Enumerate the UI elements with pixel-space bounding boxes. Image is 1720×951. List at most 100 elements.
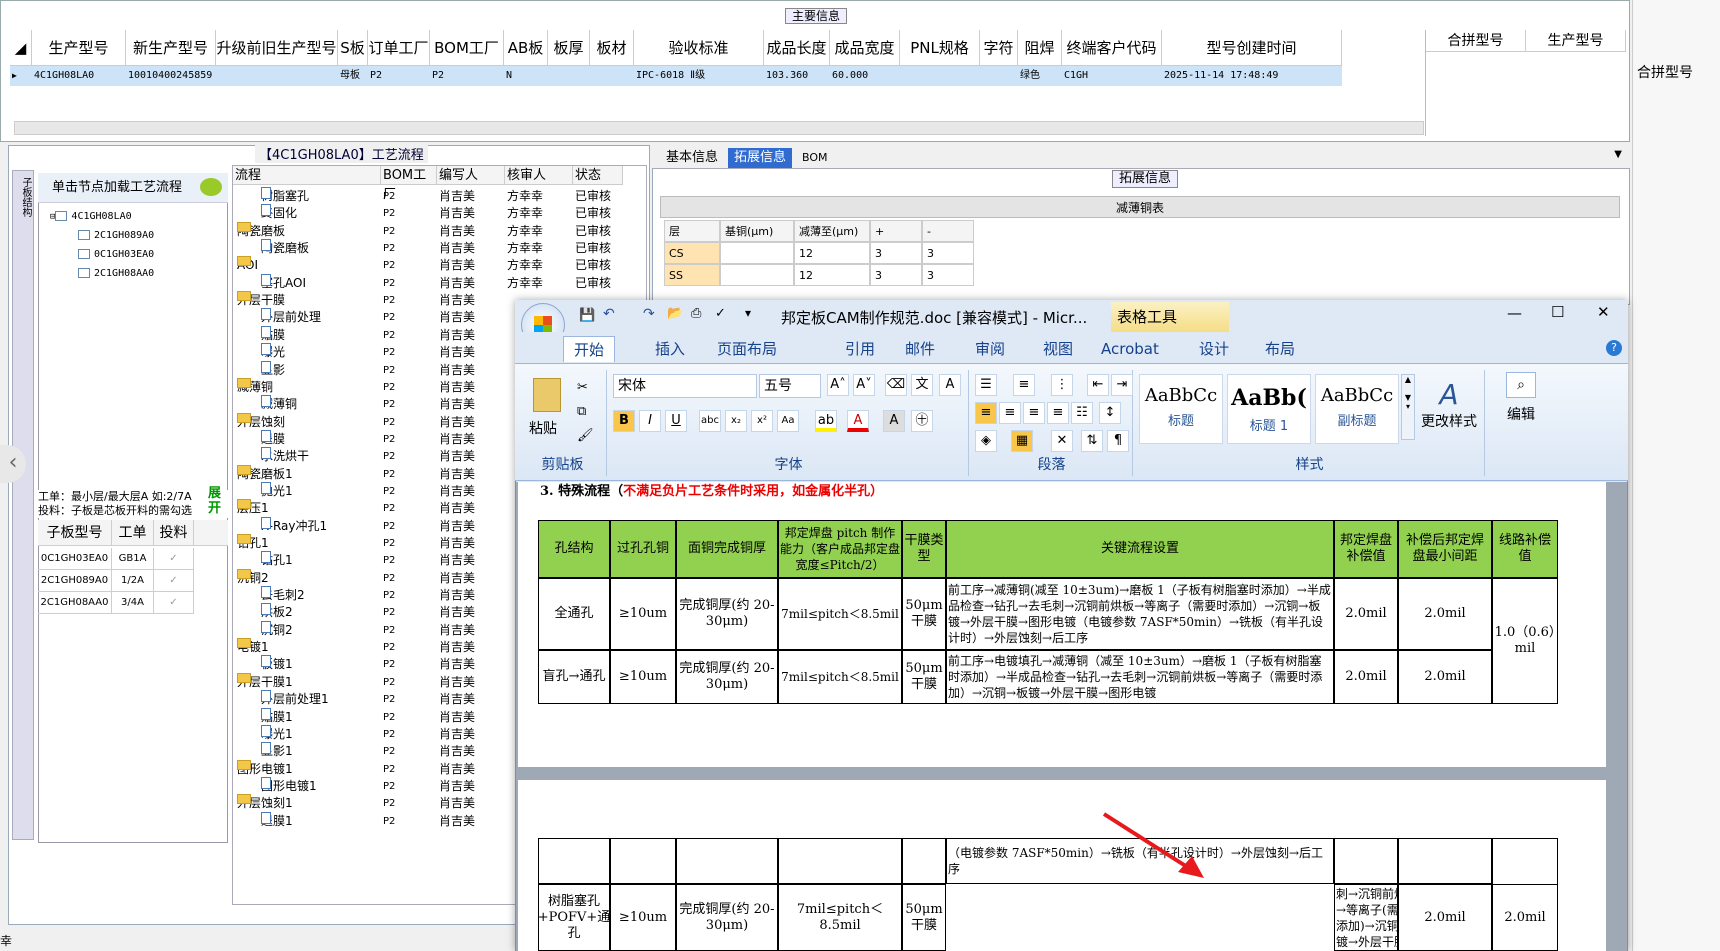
thin-copper-cell[interactable] bbox=[720, 242, 794, 264]
show-marks-icon[interactable]: ¶ bbox=[1107, 430, 1129, 452]
bullets-icon[interactable]: ☰ bbox=[975, 374, 997, 396]
change-case-button[interactable]: Aa bbox=[777, 410, 799, 432]
flow-column-header[interactable]: 编写人 bbox=[437, 166, 505, 185]
style-item[interactable]: AaBbCc 副标题 bbox=[1315, 374, 1399, 444]
flow-row[interactable]: 树脂塞孔 P2 肖吉美 方幸幸 已审核 bbox=[233, 187, 648, 206]
sort-icon[interactable]: ⇅ bbox=[1081, 430, 1103, 452]
save-icon[interactable]: 💾 bbox=[579, 308, 595, 323]
edit-button[interactable]: ⌕ 编辑 bbox=[1491, 370, 1551, 476]
grid-cell[interactable]: 2025-11-14 17:48:49 bbox=[1162, 66, 1342, 86]
grid-cell[interactable]: C1GH bbox=[1062, 66, 1162, 86]
decrease-indent-icon[interactable]: ⇤ bbox=[1087, 374, 1109, 396]
grid-cell[interactable]: 绿色 bbox=[1018, 66, 1062, 86]
column-header[interactable]: BOM工厂 bbox=[430, 30, 504, 66]
italic-button[interactable]: I bbox=[639, 410, 661, 432]
char-border-icon[interactable]: A bbox=[939, 374, 961, 396]
table-cell[interactable]: 盲孔→通孔 bbox=[538, 650, 610, 704]
sub-board-structure-tab[interactable]: 子板结构 bbox=[12, 170, 34, 840]
grid-cell[interactable] bbox=[548, 66, 590, 86]
flow-row[interactable]: 终固化 P2 肖吉美 方幸幸 已审核 bbox=[233, 204, 648, 223]
superscript-button[interactable]: x² bbox=[751, 410, 773, 432]
justify-icon[interactable]: ≡ bbox=[1047, 402, 1069, 424]
align-center-icon[interactable]: ≡ bbox=[999, 402, 1021, 424]
tab-basic-info[interactable]: 基本信息 bbox=[660, 148, 724, 168]
flow-row[interactable]: 塞孔AOI P2 肖吉美 方幸幸 已审核 bbox=[233, 273, 648, 293]
sub-table-row[interactable]: 0C1GH03EA0 GB1A ✓ bbox=[38, 548, 194, 570]
font-color-icon[interactable]: A bbox=[847, 410, 869, 432]
phonetic-icon[interactable]: 文 bbox=[911, 374, 933, 396]
grid-cell[interactable]: N bbox=[504, 66, 548, 86]
table-cell[interactable]: 50μm干膜 bbox=[902, 884, 946, 951]
ribbon-tab[interactable]: 页面布局 bbox=[707, 336, 787, 362]
column-header[interactable]: 终端客户代码 bbox=[1062, 30, 1162, 66]
grid-cell[interactable]: P2 bbox=[368, 66, 430, 86]
column-header[interactable]: 升级前旧生产型号 bbox=[216, 30, 338, 66]
font-name-select[interactable]: 宋体 bbox=[613, 374, 757, 398]
column-header[interactable]: 阻焊 bbox=[1018, 30, 1062, 66]
column-header[interactable]: S板 bbox=[338, 30, 368, 66]
ribbon-tab[interactable]: 审阅 bbox=[965, 336, 1015, 362]
tab-bom[interactable]: BOM bbox=[796, 148, 834, 168]
main-info-row[interactable]: ▶ 4C1GH08LA0 10010400245859 母板 P2 P2 N IPC-6018… bbox=[10, 66, 1342, 86]
grid-cell[interactable]: 10010400245859 bbox=[126, 66, 216, 86]
sub-table-row[interactable]: 2C1GH08AA0 3/4A ✓ bbox=[38, 592, 194, 614]
column-header[interactable]: 板材 bbox=[590, 30, 634, 66]
thin-copper-cell[interactable]: SS bbox=[664, 264, 720, 286]
cut-icon[interactable]: ✂ bbox=[577, 380, 588, 395]
grid-cell[interactable] bbox=[900, 66, 980, 86]
strikethrough-button[interactable]: abc bbox=[699, 410, 721, 432]
thin-copper-cell[interactable]: 12 bbox=[794, 264, 870, 286]
table-cell[interactable]: 1.0（0.6）mil bbox=[1492, 578, 1558, 704]
feed-checkbox[interactable]: ✓ bbox=[154, 570, 194, 592]
horizontal-scrollbar[interactable] bbox=[14, 121, 1424, 135]
chat-icon[interactable] bbox=[200, 178, 222, 196]
table-cell[interactable]: ≥10um bbox=[610, 884, 676, 951]
ribbon-tab[interactable]: 邮件 bbox=[895, 336, 945, 362]
column-header[interactable]: 板厚 bbox=[548, 30, 590, 66]
grid-cell[interactable]: 60.000 bbox=[830, 66, 900, 86]
tree-node[interactable]: 0C1GH03EA0 bbox=[78, 246, 154, 264]
table-cell[interactable]: 2.0mil bbox=[1398, 884, 1492, 951]
tree-node[interactable]: 2C1GH08AA0 bbox=[78, 265, 154, 283]
ribbon-tab[interactable]: 布局 bbox=[1255, 336, 1305, 362]
column-header[interactable]: 生产型号 bbox=[32, 30, 126, 66]
spellcheck-icon[interactable]: ✓ bbox=[715, 306, 726, 321]
expand-button[interactable]: 展开 bbox=[208, 486, 226, 518]
flow-column-header[interactable]: 核审人 bbox=[505, 166, 573, 185]
flow-row[interactable]: 陶瓷磨板 P2 肖吉美 方幸幸 已审核 bbox=[233, 239, 648, 258]
undo-icon[interactable]: ↶ bbox=[603, 306, 615, 322]
chinese-layout-icon[interactable]: ✕ bbox=[1051, 430, 1073, 452]
table-cell[interactable]: 7mil≤pitch＜8.5mil bbox=[778, 578, 902, 650]
flow-row[interactable]: AOI P2 肖吉美 方幸幸 已审核 bbox=[233, 256, 648, 275]
grid-cell[interactable] bbox=[590, 66, 634, 86]
thin-copper-cell[interactable]: 3 bbox=[922, 264, 974, 286]
align-left-icon[interactable]: ≡ bbox=[975, 402, 997, 424]
column-header[interactable]: 型号创建时间 bbox=[1162, 30, 1342, 66]
grid-cell[interactable]: P2 bbox=[430, 66, 504, 86]
grid-cell[interactable]: 4C1GH08LA0 bbox=[32, 66, 126, 86]
thin-copper-header[interactable]: 基铜(μm) bbox=[720, 220, 794, 242]
ribbon-tab[interactable]: Acrobat bbox=[1091, 336, 1169, 362]
column-header[interactable]: 成品长度 bbox=[764, 30, 830, 66]
bold-button[interactable]: B bbox=[613, 410, 635, 432]
help-icon[interactable]: ? bbox=[1606, 340, 1622, 356]
table-cell[interactable]: ≥10um bbox=[610, 578, 676, 650]
tree-node-root[interactable]: ⊟ 4C1GH08LA0 bbox=[50, 208, 132, 226]
merge-model-header[interactable]: 合拼型号 bbox=[1426, 30, 1526, 52]
dropdown-arrow-icon[interactable]: ▼ bbox=[1614, 149, 1622, 160]
column-header[interactable]: 订单工厂 bbox=[368, 30, 430, 66]
thin-copper-cell[interactable] bbox=[720, 264, 794, 286]
thin-copper-cell[interactable]: 3 bbox=[922, 242, 974, 264]
flow-row[interactable]: 陶瓷磨板 P2 肖吉美 方幸幸 已审核 bbox=[233, 221, 648, 241]
grid-cell[interactable] bbox=[216, 66, 338, 86]
table-cell[interactable]: 全通孔 bbox=[538, 578, 610, 650]
table-cell[interactable]: ≥10um bbox=[610, 650, 676, 704]
thin-copper-header[interactable]: + bbox=[870, 220, 922, 242]
align-right-icon[interactable]: ≡ bbox=[1023, 402, 1045, 424]
redo-icon[interactable]: ↷ bbox=[643, 306, 655, 322]
sub-table-row[interactable]: 2C1GH089A0 1/2A ✓ bbox=[38, 570, 194, 592]
numbering-icon[interactable]: ≡ bbox=[1013, 374, 1035, 396]
paste-button[interactable]: 粘贴 bbox=[529, 418, 557, 438]
ribbon-tab[interactable]: 开始 bbox=[563, 336, 616, 362]
column-header[interactable]: AB板 bbox=[504, 30, 548, 66]
